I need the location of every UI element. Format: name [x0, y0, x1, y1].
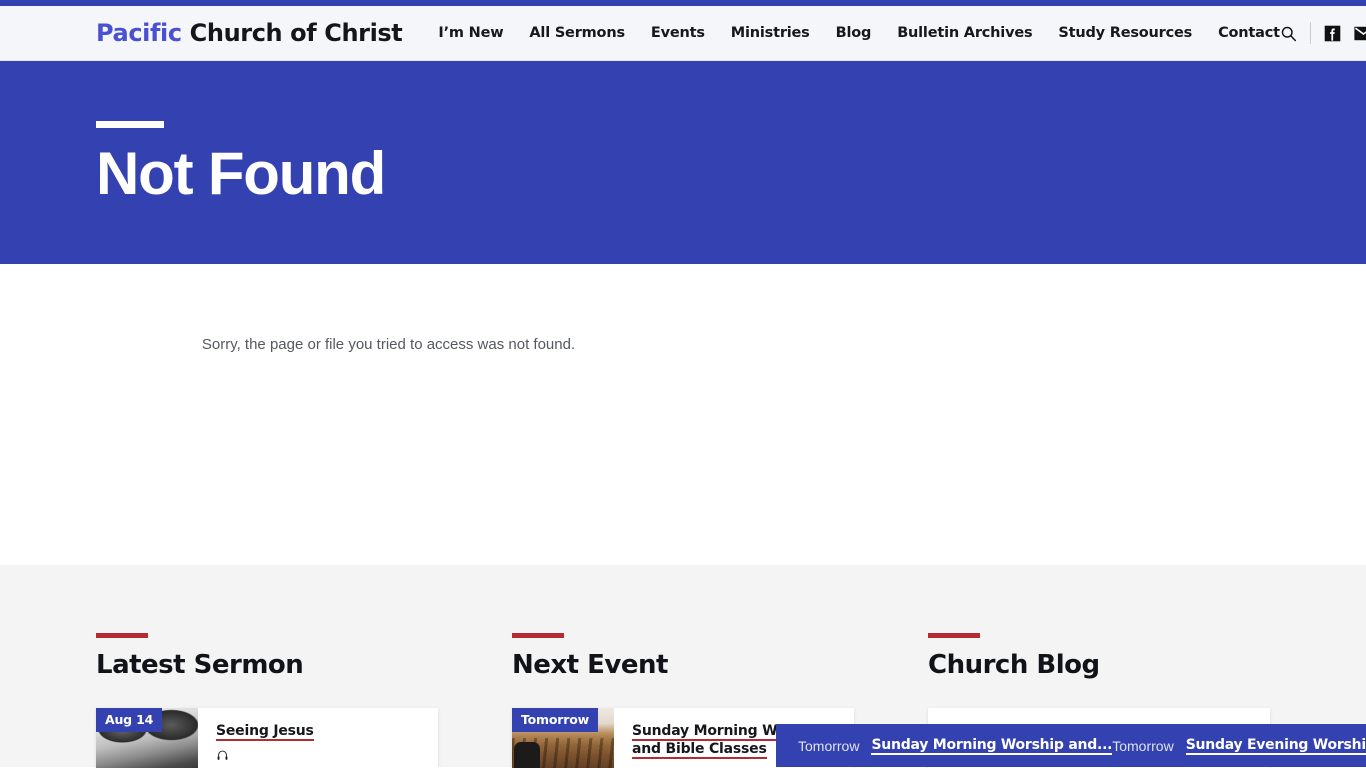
main-content: Sorry, the page or file you tried to acc… — [0, 264, 1366, 565]
main-navigation: I’m New All Sermons Events Ministries Bl… — [438, 25, 1280, 41]
latest-sermon-heading: Latest Sermon — [96, 650, 304, 680]
logo-accent-word: Pacific — [96, 19, 182, 47]
nav-item-blog[interactable]: Blog — [836, 25, 872, 41]
nav-item-im-new[interactable]: I’m New — [438, 25, 503, 41]
facebook-icon[interactable] — [1324, 25, 1341, 42]
sermon-date-badge: Aug 14 — [96, 708, 163, 732]
latest-sermon-accent-rule — [96, 633, 148, 638]
sermon-thumbnail: Aug 14 — [96, 708, 198, 768]
logo-rest-word: Church of Christ — [189, 19, 403, 47]
email-icon[interactable] — [1354, 26, 1366, 41]
hero-banner: Not Found — [0, 61, 1366, 264]
notice-item-1[interactable]: Tomorrow Sunday Morning Worship and... — [798, 737, 1112, 755]
search-icon[interactable] — [1280, 25, 1297, 42]
bottom-highlights-section: Latest Sermon Aug 14 Seeing Jesus Next E… — [0, 565, 1366, 768]
event-notice-bar: Tomorrow Sunday Morning Worship and... T… — [776, 724, 1366, 767]
notice-title-1[interactable]: Sunday Morning Worship and... — [871, 737, 1112, 755]
site-header: Pacific Church of Christ I’m New All Ser… — [0, 6, 1366, 61]
event-date-badge: Tomorrow — [512, 708, 598, 732]
sermon-title[interactable]: Seeing Jesus — [216, 723, 314, 741]
notice-item-2[interactable]: Tomorrow Sunday Evening Worship — [1112, 737, 1366, 755]
nav-item-ministries[interactable]: Ministries — [731, 25, 810, 41]
sermon-media-row — [216, 749, 422, 765]
headphones-icon[interactable] — [216, 749, 229, 765]
nav-item-events[interactable]: Events — [651, 25, 705, 41]
notice-when-2: Tomorrow — [1112, 737, 1174, 754]
site-logo[interactable]: Pacific Church of Christ — [96, 19, 403, 47]
church-blog-heading: Church Blog — [928, 650, 1100, 680]
notice-title-2[interactable]: Sunday Evening Worship — [1185, 737, 1366, 755]
nav-item-study-resources[interactable]: Study Resources — [1058, 25, 1192, 41]
header-divider — [1309, 22, 1311, 44]
event-thumbnail: Tomorrow — [512, 708, 614, 768]
nav-item-all-sermons[interactable]: All Sermons — [529, 25, 625, 41]
nav-item-contact[interactable]: Contact — [1218, 25, 1280, 41]
sermon-card-body: Seeing Jesus — [198, 708, 438, 768]
next-event-accent-rule — [512, 633, 564, 638]
hero-accent-rule — [96, 121, 164, 128]
header-utility-icons — [1280, 22, 1366, 44]
notice-when-1: Tomorrow — [798, 737, 860, 754]
church-blog-accent-rule — [928, 633, 980, 638]
column-latest-sermon: Latest Sermon Aug 14 Seeing Jesus — [96, 565, 438, 768]
page-title: Not Found — [96, 140, 386, 207]
not-found-message: Sorry, the page or file you tried to acc… — [201, 336, 576, 353]
latest-sermon-card[interactable]: Aug 14 Seeing Jesus — [96, 708, 438, 768]
nav-item-bulletin-archives[interactable]: Bulletin Archives — [897, 25, 1032, 41]
next-event-heading: Next Event — [512, 650, 668, 680]
